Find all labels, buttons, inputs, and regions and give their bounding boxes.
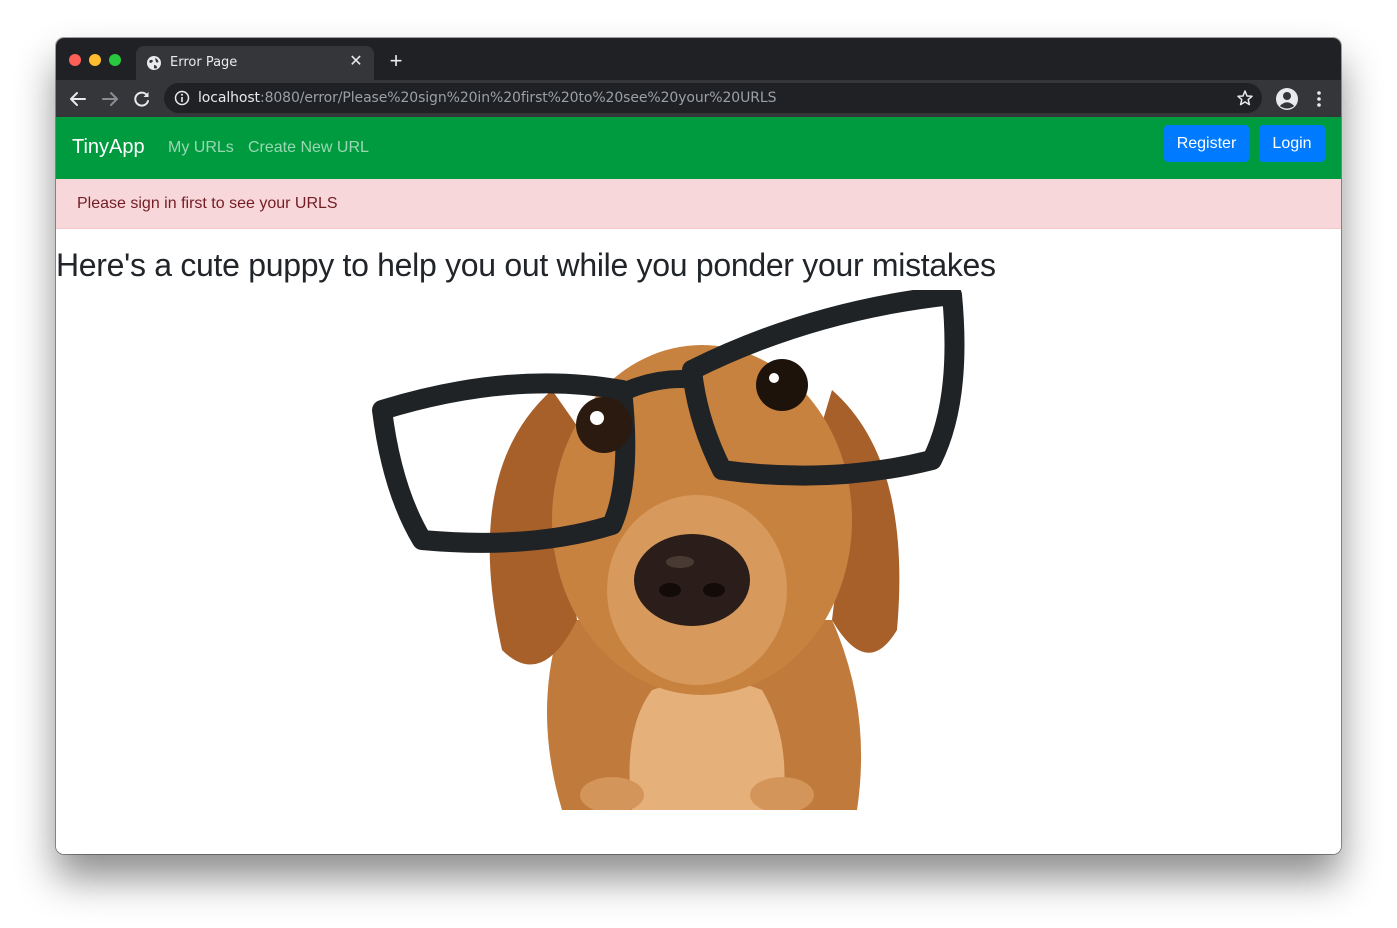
brand-link[interactable]: TinyApp [72,136,145,159]
tab-title: Error Page [170,55,238,70]
nav-link-my-urls[interactable]: My URLs [168,139,234,157]
page-heading: Here's a cute puppy to help you out whil… [56,247,996,283]
minimize-window-button[interactable] [89,54,101,66]
close-window-button[interactable] [69,54,81,66]
star-icon[interactable] [1236,89,1254,107]
browser-toolbar: localhost:8080/error/Please%20sign%20in%… [56,80,1341,117]
url-host: localhost [198,90,260,106]
nav-link-create-new-url[interactable]: Create New URL [248,139,369,157]
navbar: TinyApp My URLs Create New URL Register … [56,117,1341,179]
reload-icon[interactable] [131,88,153,110]
error-alert: Please sign in first to see your URLS [56,179,1341,229]
maximize-window-button[interactable] [109,54,121,66]
globe-icon [146,55,162,71]
page-content: TinyApp My URLs Create New URL Register … [56,117,1341,854]
back-arrow-icon[interactable] [67,88,89,110]
register-button[interactable]: Register [1164,125,1249,162]
puppy-photo [372,290,965,810]
url-path: :8080/error/Please%20sign%20in%20first%2… [259,90,777,106]
forward-arrow-icon[interactable] [99,88,121,110]
profile-icon[interactable] [1275,87,1299,111]
browser-window: Error Page ✕ + localhost:8080/error/Plea… [56,38,1341,854]
url-text: localhost:8080/error/Please%20sign%20in%… [198,90,776,106]
plus-icon[interactable]: + [385,50,407,72]
tab-error-page[interactable]: Error Page ✕ [136,46,374,80]
login-button[interactable]: Login [1259,125,1325,162]
address-bar[interactable]: localhost:8080/error/Please%20sign%20in%… [164,83,1262,113]
close-icon[interactable]: ✕ [347,53,365,71]
alert-message: Please sign in first to see your URLS [77,195,338,212]
info-icon[interactable] [174,90,190,106]
menu-dots-icon[interactable] [1312,89,1326,109]
title-bar: Error Page ✕ + [56,38,1341,80]
